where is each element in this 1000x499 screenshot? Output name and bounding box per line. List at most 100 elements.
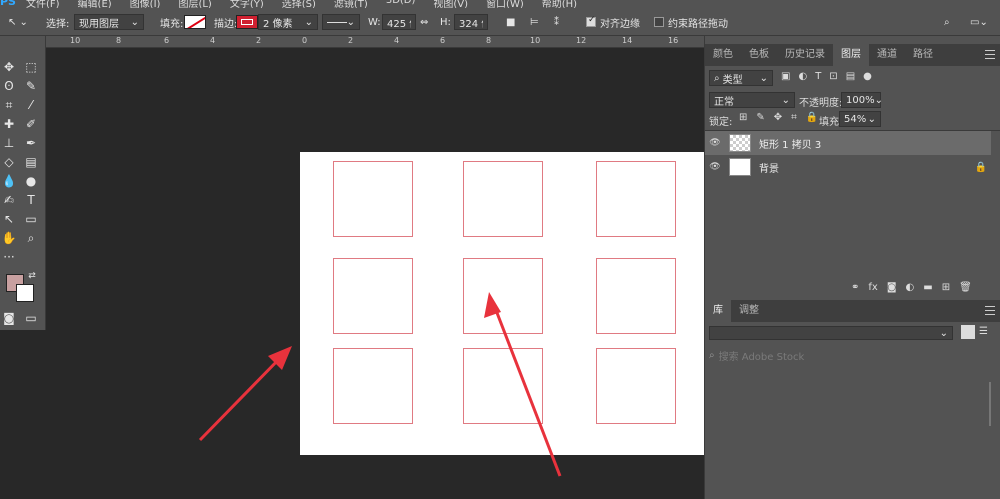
menu-filter[interactable]: 滤镜(T) xyxy=(334,0,368,8)
scrollbar[interactable] xyxy=(989,382,991,426)
filter-toggle-icon[interactable]: ● xyxy=(863,71,872,82)
panel-menu-icon[interactable] xyxy=(985,306,995,315)
workspace-icon[interactable]: ▭⌄ xyxy=(970,13,988,31)
menu-help[interactable]: 帮助(H) xyxy=(542,0,577,8)
tab-libraries[interactable]: 库 xyxy=(705,300,731,322)
select-dropdown[interactable]: 现用图层 ⌄ xyxy=(74,14,144,30)
pen-tool-icon[interactable]: ✍ xyxy=(0,192,18,208)
rectangle-shape[interactable] xyxy=(463,161,543,237)
brush-tool-icon[interactable]: ✐ xyxy=(22,116,40,132)
healing-brush-icon[interactable]: ✚ xyxy=(0,116,18,132)
panel-menu-icon[interactable] xyxy=(985,50,995,59)
hand-tool-icon[interactable]: ✋ xyxy=(0,230,18,246)
tab-history[interactable]: 历史记录 xyxy=(777,44,833,66)
zoom-tool-icon[interactable]: ⌕ xyxy=(22,230,40,246)
group-icon[interactable]: ▬ xyxy=(923,282,932,293)
lock-position-icon[interactable]: ✥ xyxy=(774,112,782,123)
marquee-tool-icon[interactable]: ⬚ xyxy=(22,59,40,75)
stroke-swatch[interactable] xyxy=(236,15,258,29)
grid-view-icon[interactable] xyxy=(961,325,975,339)
visibility-eye-icon[interactable]: 👁 xyxy=(705,138,725,148)
lock-all-icon[interactable]: 🔒 xyxy=(806,112,818,123)
layer-row-shape[interactable]: 👁 矩形 1 拷贝 3 xyxy=(705,131,991,155)
type-filter-icon[interactable]: T xyxy=(815,71,821,82)
type-tool-icon[interactable]: T xyxy=(22,192,40,208)
align-edges-checkbox[interactable] xyxy=(586,15,596,27)
tab-swatches[interactable]: 色板 xyxy=(741,44,777,66)
menu-window[interactable]: 窗口(W) xyxy=(486,0,524,8)
adjustment-layer-icon[interactable]: ◐ xyxy=(906,282,915,293)
lasso-tool-icon[interactable]: ʘ xyxy=(0,78,18,94)
tab-channels[interactable]: 通道 xyxy=(869,44,905,66)
rectangle-shape[interactable] xyxy=(333,161,413,237)
stock-search[interactable]: ⌕ 搜索 Adobe Stock xyxy=(709,348,804,363)
rectangle-shape[interactable] xyxy=(333,258,413,334)
stroke-width-dropdown[interactable]: 2 像素 ⌄ xyxy=(258,14,318,30)
rectangle-tool-icon[interactable]: ▭ xyxy=(22,211,40,227)
menu-file[interactable]: 文件(F) xyxy=(26,0,60,8)
menu-view[interactable]: 视图(V) xyxy=(433,0,468,8)
link-icon[interactable]: ⇔ xyxy=(420,13,428,31)
rectangle-shape[interactable] xyxy=(596,258,676,334)
fill-input[interactable]: 54% ⌄ xyxy=(839,111,881,127)
shape-filter-icon[interactable]: ⊡ xyxy=(829,71,837,82)
dodge-tool-icon[interactable]: ● xyxy=(22,173,40,189)
clone-stamp-icon[interactable]: ⊥ xyxy=(0,135,18,151)
eraser-tool-icon[interactable]: ◇ xyxy=(0,154,18,170)
menu-image[interactable]: 图像(I) xyxy=(130,0,161,8)
layer-filter-dropdown[interactable]: ⌕ 类型 ⌄ xyxy=(709,70,773,86)
path-select-tool-icon[interactable]: ↖ ⌄ xyxy=(8,13,28,31)
menu-select[interactable]: 选择(S) xyxy=(282,0,316,8)
screen-mode-icon[interactable]: ▭ xyxy=(22,310,40,326)
menu-3d[interactable]: 3D(D) xyxy=(386,0,416,8)
canvas-document[interactable] xyxy=(300,152,704,455)
fill-swatch[interactable] xyxy=(184,15,206,29)
blend-mode-dropdown[interactable]: 正常 ⌄ xyxy=(709,92,795,108)
visibility-eye-icon[interactable]: 👁 xyxy=(705,162,725,172)
link-layers-icon[interactable]: ⚭ xyxy=(851,282,859,293)
rectangle-shape[interactable] xyxy=(596,348,676,424)
gradient-tool-icon[interactable]: ▤ xyxy=(22,154,40,170)
lock-artboard-icon[interactable]: ⌗ xyxy=(791,112,797,123)
blur-tool-icon[interactable]: 💧 xyxy=(0,173,18,189)
eyedropper-tool-icon[interactable]: ⁄ xyxy=(22,97,40,113)
tab-paths[interactable]: 路径 xyxy=(905,44,941,66)
stroke-type-dropdown[interactable]: ⌄ xyxy=(322,14,360,30)
constrain-path-checkbox[interactable] xyxy=(654,17,664,27)
history-brush-icon[interactable]: ✒ xyxy=(22,135,40,151)
more-tools-icon[interactable]: ··· xyxy=(0,249,18,265)
height-input[interactable]: 324 像素 xyxy=(454,14,488,30)
menu-type[interactable]: 文字(Y) xyxy=(230,0,264,8)
tab-layers[interactable]: 图层 xyxy=(833,44,869,66)
path-operations-icon[interactable]: ■ xyxy=(506,13,515,31)
rectangle-shape[interactable] xyxy=(596,161,676,237)
menu-edit[interactable]: 编辑(E) xyxy=(78,0,112,8)
menu-layer[interactable]: 图层(L) xyxy=(178,0,211,8)
swap-colors-icon[interactable]: ⇄ xyxy=(26,270,38,282)
new-layer-icon[interactable]: ⊞ xyxy=(942,282,950,293)
path-alignment-icon[interactable]: ⊨ xyxy=(530,13,539,31)
layer-style-icon[interactable]: fx xyxy=(868,282,877,293)
opacity-input[interactable]: 100% ⌄ xyxy=(841,92,883,108)
lock-pixels-icon[interactable]: ✎ xyxy=(756,112,764,123)
crop-tool-icon[interactable]: ⌗ xyxy=(0,97,18,113)
delete-layer-icon[interactable]: 🗑 xyxy=(959,282,972,293)
path-arrangement-icon[interactable]: ⁑ xyxy=(554,13,559,31)
layer-row-background[interactable]: 👁 背景 🔒 xyxy=(705,155,991,179)
pixel-filter-icon[interactable]: ▣ xyxy=(781,71,790,82)
width-input[interactable]: 425 像素 xyxy=(382,14,416,30)
rectangle-shape[interactable] xyxy=(463,348,543,424)
rectangle-shape[interactable] xyxy=(333,348,413,424)
path-selection-tool-icon[interactable]: ↖ xyxy=(0,211,18,227)
library-dropdown[interactable]: ⌄ xyxy=(709,326,953,340)
search-icon[interactable]: ⌕ xyxy=(944,13,950,31)
smart-object-filter-icon[interactable]: ▤ xyxy=(846,71,855,82)
rectangle-shape[interactable] xyxy=(463,258,543,334)
list-view-icon[interactable]: ☰ xyxy=(979,326,988,337)
quick-mask-icon[interactable]: ◙ xyxy=(0,310,18,326)
move-tool-icon[interactable]: ✥ xyxy=(0,59,18,75)
layer-mask-icon[interactable]: ◙ xyxy=(887,282,897,293)
tab-adjustments[interactable]: 调整 xyxy=(731,300,767,322)
tab-color[interactable]: 颜色 xyxy=(705,44,741,66)
background-color-swatch[interactable] xyxy=(16,284,34,302)
